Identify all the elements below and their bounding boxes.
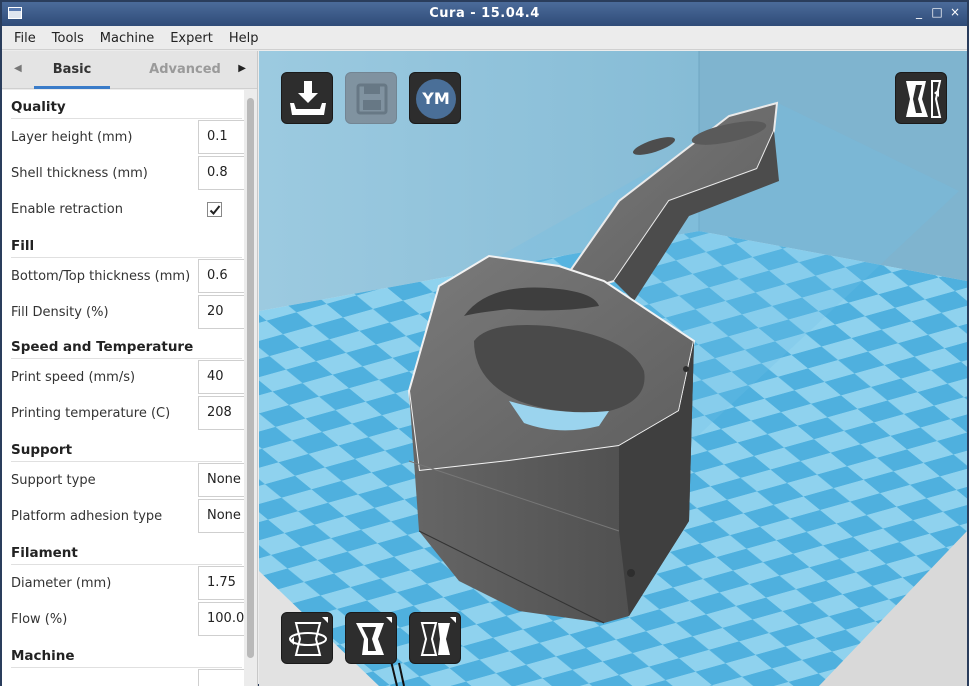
support-type-select[interactable]: None [198,463,244,497]
save-toolpath-button[interactable] [345,72,397,124]
3d-viewport[interactable]: YM [259,51,967,686]
bottom-top-thickness-label: Bottom/Top thickness (mm) [11,269,191,284]
youmagine-icon: YM [416,79,456,119]
checkmark-icon [209,205,221,215]
title-bar[interactable]: Cura - 15.04.4 _ □ × [2,2,967,26]
support-type-label: Support type [11,473,96,488]
section-divider [11,564,242,565]
section-divider [11,358,242,359]
window-title: Cura - 15.04.4 [429,6,540,21]
minimize-button[interactable]: _ [913,5,925,19]
menu-machine[interactable]: Machine [92,26,162,49]
layer-height-input[interactable]: 0.1 [198,120,244,154]
fill-density-input[interactable]: 20 [198,295,244,329]
section-fill-title: Fill [11,238,35,254]
tab-scroll-left-icon[interactable]: ◀ [14,63,22,74]
platform-adhesion-label: Platform adhesion type [11,509,163,524]
tab-basic[interactable]: Basic [34,62,110,89]
menu-help[interactable]: Help [221,26,267,49]
machine-input-partial[interactable] [198,669,244,686]
printing-temperature-label: Printing temperature (C) [11,406,171,421]
section-divider [11,118,242,119]
print-speed-input[interactable]: 40 [198,360,244,394]
settings-tabs: ◀ Basic Advanced ▶ [2,51,257,89]
fill-density-label: Fill Density (%) [11,305,109,320]
section-machine-title: Machine [11,648,75,664]
maximize-button[interactable]: □ [931,5,943,19]
rotate-tool-button[interactable] [281,612,333,664]
section-filament-title: Filament [11,545,78,561]
settings-sidebar: ◀ Basic Advanced ▶ Quality Layer height … [2,51,258,686]
basic-settings-panel: Quality Layer height (mm) 0.1 Shell thic… [2,90,244,686]
application-window: Cura - 15.04.4 _ □ × File Tools Machine … [0,0,969,686]
section-divider [11,461,242,462]
print-speed-label: Print speed (mm/s) [11,370,136,385]
flow-label: Flow (%) [11,612,68,627]
shell-thickness-label: Shell thickness (mm) [11,166,148,181]
mirror-tool-button[interactable] [409,612,461,664]
load-model-button[interactable] [281,72,333,124]
section-divider [11,257,242,258]
section-divider [11,667,242,668]
menu-expert[interactable]: Expert [162,26,221,49]
diameter-label: Diameter (mm) [11,576,112,591]
load-model-icon [290,81,326,115]
window-controls: _ □ × [913,5,961,19]
rotate-icon [289,617,328,656]
settings-scrollbar[interactable] [245,90,256,686]
menu-bar: File Tools Machine Expert Help [2,26,967,50]
printing-temperature-input[interactable]: 208 [198,396,244,430]
menu-file[interactable]: File [6,26,44,49]
close-button[interactable]: × [949,5,961,19]
flow-input[interactable]: 100.0 [198,602,244,636]
youmagine-button[interactable]: YM [409,72,461,124]
section-speed-title: Speed and Temperature [11,339,194,355]
view-mode-icon [906,80,942,118]
menu-tools[interactable]: Tools [44,26,92,49]
tab-scroll-right-icon[interactable]: ▶ [238,63,246,74]
side-screw-hole-2 [683,366,689,372]
diameter-input[interactable]: 1.75 [198,566,244,600]
bottom-top-thickness-input[interactable]: 0.6 [198,259,244,293]
layer-height-label: Layer height (mm) [11,130,133,145]
tab-advanced[interactable]: Advanced [140,62,230,77]
scale-tool-button[interactable] [345,612,397,664]
section-quality-title: Quality [11,99,66,115]
save-toolpath-icon [356,83,388,115]
enable-retraction-label: Enable retraction [11,202,123,217]
mirror-icon [420,617,456,656]
scrollbar-thumb[interactable] [247,98,254,658]
side-screw-hole [627,569,635,577]
platform-adhesion-select[interactable]: None [198,499,244,533]
scale-icon [356,617,392,655]
view-mode-button[interactable] [895,72,947,124]
shell-thickness-input[interactable]: 0.8 [198,156,244,190]
scene-canvas [259,51,967,686]
enable-retraction-checkbox[interactable] [207,202,222,217]
section-support-title: Support [11,442,73,458]
